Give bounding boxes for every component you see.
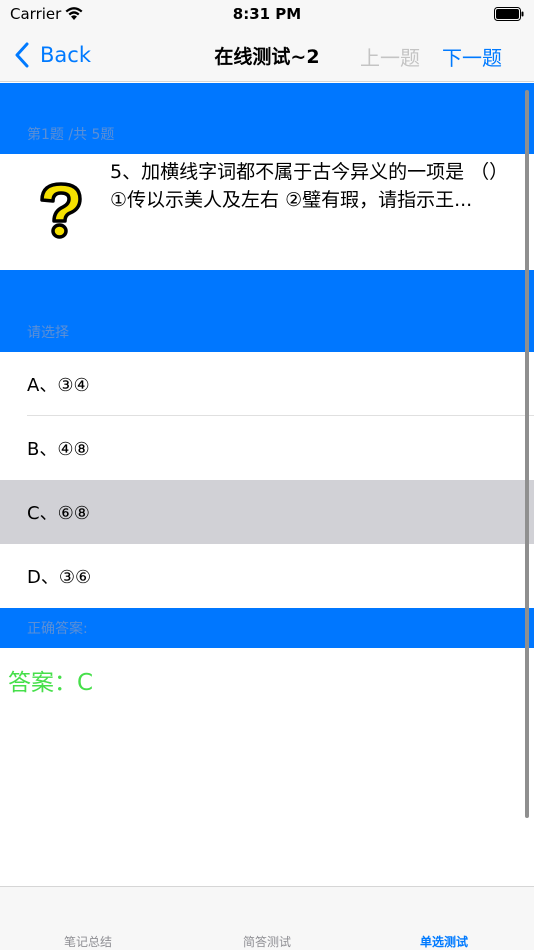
status-time: 8:31 PM (232, 5, 302, 23)
option-label: D、③⑥ (27, 567, 92, 588)
option-label: B、④⑧ (27, 439, 90, 460)
tab-notes-summary[interactable]: 笔记总结 (28, 933, 148, 950)
tab-short-answer-test[interactable]: 简答测试 (207, 933, 327, 950)
question-mark-icon (40, 182, 82, 239)
option-label: C、⑥⑧ (27, 503, 90, 524)
scrollbar[interactable] (525, 90, 529, 818)
option-d[interactable]: D、③⑥ (0, 544, 534, 608)
option-b[interactable]: B、④⑧ (0, 416, 534, 480)
quiz-content: 第1题 /共 5题 5、加横线字词都不属于古今异义的一项是 （） ①传以示美人及… (0, 83, 534, 696)
options-section-header: 请选择 (0, 270, 534, 352)
navigation-bar: Back 在线测试~2 上一题 下一题 (0, 30, 534, 82)
tab-single-choice-test[interactable]: 单选测试 (384, 933, 504, 950)
answer-section-label: 正确答案: (27, 621, 88, 637)
question-card: 5、加横线字词都不属于古今异义的一项是 （） ①传以示美人及左右 ②璧有瑕，请指… (0, 154, 534, 270)
status-bar: Carrier 8:31 PM (0, 0, 534, 30)
tab-bar: 笔记总结 简答测试 单选测试 (0, 886, 534, 950)
question-text: 5、加横线字词都不属于古今异义的一项是 （） ①传以示美人及左右 ②璧有瑕，请指… (110, 161, 509, 211)
options-section-label: 请选择 (27, 325, 69, 341)
answer-section-header: 正确答案: (0, 608, 534, 648)
question-progress: 第1题 /共 5题 (27, 127, 115, 143)
option-c[interactable]: C、⑥⑧ (0, 480, 534, 544)
option-label: A、③④ (27, 375, 90, 396)
question-section-header: 第1题 /共 5题 (0, 83, 534, 154)
next-question-button[interactable]: 下一题 (442, 42, 502, 71)
battery-icon (494, 7, 524, 21)
option-a[interactable]: A、③④ (0, 352, 534, 416)
previous-question-button[interactable]: 上一题 (360, 42, 420, 71)
correct-answer: 答案：C (8, 670, 94, 696)
